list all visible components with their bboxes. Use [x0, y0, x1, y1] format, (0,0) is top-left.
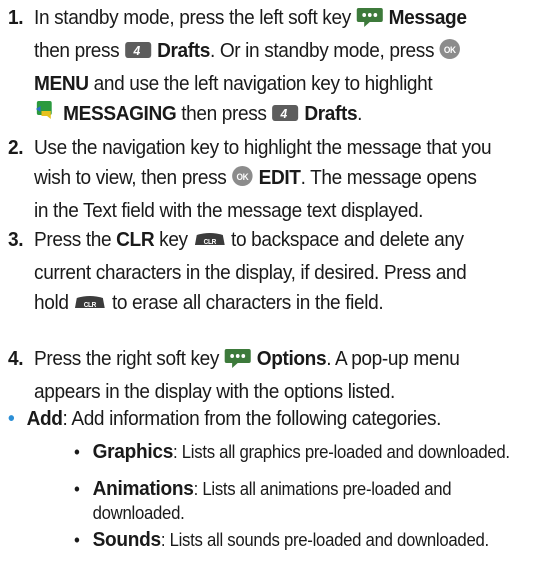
drafts-key-icon: 4 — [124, 39, 152, 69]
step-text: Press the right soft key — [34, 347, 224, 370]
step-2: 2. Use the navigation key to highlight t… — [8, 133, 495, 226]
step-text: Press the — [34, 228, 117, 251]
step-number: 2. — [8, 136, 24, 159]
drafts-label: Drafts — [157, 39, 210, 62]
add-bullet: • Add: Add information from the followin… — [8, 405, 501, 433]
options-label: Options — [256, 347, 327, 370]
menu-label: MENU — [34, 72, 89, 95]
step-text: then press — [176, 102, 272, 125]
step-text: then press — [34, 39, 125, 62]
sub-item-text: : Lists all sounds pre-loaded and downlo… — [160, 530, 489, 550]
clr-key-icon: CLR — [74, 291, 107, 321]
step-text: and use the left navigation key to highl… — [88, 72, 433, 95]
drafts-key-icon: 4 — [271, 102, 299, 132]
clr-key-icon: CLR — [193, 228, 226, 258]
add-label: Add — [26, 407, 63, 430]
sub-item-graphics: • Graphics: Lists all graphics pre-loade… — [74, 440, 511, 464]
step-text: to erase all characters in the field. — [111, 291, 384, 314]
clr-key-text: CLR — [84, 302, 97, 309]
step-4: 4. Press the right soft key Options. A p… — [8, 344, 495, 407]
drafts-label: Drafts — [304, 102, 358, 125]
clr-key-text: CLR — [203, 239, 216, 246]
sub-item-label: Graphics — [92, 440, 174, 463]
sub-item-text: : Lists all graphics pre-loaded and down… — [173, 442, 510, 462]
sub-item-sounds: • Sounds: Lists all sounds pre-loaded an… — [74, 528, 511, 552]
messaging-icon — [34, 99, 58, 132]
sub-item-label: Animations — [92, 477, 194, 500]
message-softkey-icon — [356, 5, 384, 36]
ok-key-icon: OK — [439, 38, 461, 69]
edit-label: EDIT — [258, 166, 301, 189]
step-number: 3. — [8, 228, 24, 251]
step-text: . — [357, 102, 363, 125]
step-text: key — [154, 228, 193, 251]
sub-item-label: Sounds — [92, 528, 162, 551]
bullet-icon: • — [74, 479, 80, 499]
ok-key-text: OK — [444, 45, 457, 55]
message-label: Message — [388, 6, 467, 29]
manual-page: 1. In standby mode, press the left soft … — [0, 0, 538, 562]
bullet-icon: • — [8, 407, 15, 430]
add-text: : Add information from the following cat… — [62, 407, 442, 430]
sub-item-animations: • Animations: Lists all animations pre-l… — [74, 477, 511, 525]
drafts-key-number: 4 — [280, 107, 288, 121]
ok-key-icon: OK — [231, 165, 253, 196]
clr-label: CLR — [116, 228, 155, 251]
options-softkey-icon — [224, 346, 252, 377]
step-number: 4. — [8, 347, 24, 370]
bullet-icon: • — [74, 442, 80, 462]
step-text: . Or in standby mode, press — [209, 39, 440, 62]
step-number: 1. — [8, 6, 24, 29]
drafts-key-number: 4 — [133, 44, 141, 58]
messaging-label: MESSAGING — [63, 102, 177, 125]
step-3: 3. Press the CLR key CLR to backspace an… — [8, 225, 495, 321]
step-text: In standby mode, press the left soft key — [34, 6, 356, 29]
step-1: 1. In standby mode, press the left soft … — [8, 3, 495, 132]
ok-key-text: OK — [237, 172, 250, 182]
bullet-icon: • — [74, 530, 80, 550]
